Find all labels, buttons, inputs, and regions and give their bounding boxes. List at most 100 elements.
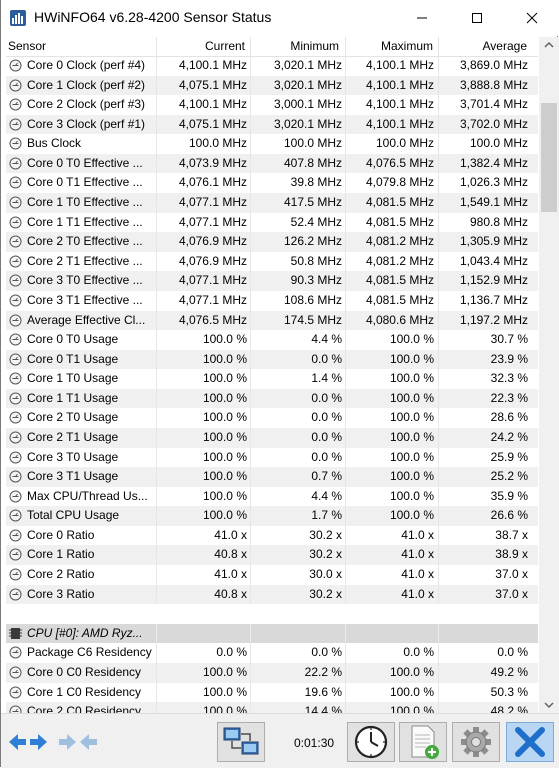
table-row[interactable]: Core 0 T1 Effective ... 4,076.1 MHz 39.8 M… xyxy=(6,173,538,194)
table-row[interactable]: Average Effective Cl... 4,076.5 MHz 174.5 … xyxy=(6,310,538,331)
column-header-average[interactable]: Average xyxy=(439,37,527,56)
sensor-current-value: 40.8 x xyxy=(214,547,247,562)
column-divider xyxy=(438,232,439,252)
column-divider xyxy=(345,427,346,448)
sensor-name: Core 3 T0 Effective ... xyxy=(27,273,143,288)
sensor-average-value: 32.3 % xyxy=(490,371,528,386)
vertical-scrollbar[interactable] xyxy=(539,37,559,713)
sensor-name: Core 1 T0 Effective ... xyxy=(27,195,143,210)
sensor-gauge-icon xyxy=(9,568,22,581)
sensor-current-value: 4,077.1 MHz xyxy=(178,273,247,288)
scrollbar-thumb[interactable] xyxy=(541,103,557,212)
table-row[interactable]: Core 1 C0 Residency 100.0 % 19.6 % 100.0 % 5… xyxy=(6,682,538,703)
column-divider xyxy=(438,623,439,644)
table-row[interactable]: Core 2 T0 Effective ... 4,076.9 MHz 126.2 … xyxy=(6,232,538,252)
table-row[interactable]: Core 1 T1 Effective ... 4,077.1 MHz 52.4 M… xyxy=(6,212,538,233)
table-row[interactable]: Core 1 Ratio 40.8 x 30.2 x 41.0 x 38.9 x xyxy=(6,545,538,566)
close-window-button[interactable] xyxy=(509,0,555,36)
sensor-gauge-icon xyxy=(9,79,22,92)
sensor-gauge-icon xyxy=(9,548,22,561)
table-row[interactable]: Core 0 T0 Effective ... 4,073.9 MHz 407.8 … xyxy=(6,153,538,174)
title-bar[interactable]: HWiNFO64 v6.28-4200 Sensor Status xyxy=(1,0,559,36)
collapse-button[interactable] xyxy=(55,722,101,762)
sensor-name: Bus Clock xyxy=(27,136,82,151)
table-row[interactable]: Bus Clock 100.0 MHz 100.0 MHz 100.0 MHz 100.… xyxy=(6,134,538,154)
column-header-sensor[interactable]: Sensor xyxy=(8,37,46,56)
table-row[interactable]: Core 3 T0 Effective ... 4,077.1 MHz 90.3 M… xyxy=(6,271,538,291)
table-row[interactable]: Core 1 T0 Effective ... 4,077.1 MHz 417.5 … xyxy=(6,193,538,213)
column-divider xyxy=(250,486,251,507)
sensor-gauge-icon xyxy=(9,431,22,444)
table-row[interactable]: Package C6 Residency 0.0 % 0.0 % 0.0 % 0.0 % xyxy=(6,643,538,663)
column-divider xyxy=(250,623,251,644)
column-header-minimum[interactable]: Minimum xyxy=(251,37,339,56)
sensor-current-value: 0.0 % xyxy=(216,645,247,660)
sensor-current-value: 4,076.5 MHz xyxy=(178,312,247,327)
sensor-minimum-value: 1.4 % xyxy=(311,371,342,386)
scroll-down-button[interactable] xyxy=(539,696,559,713)
table-row[interactable]: Core 0 Ratio 41.0 x 30.2 x 41.0 x 38.7 x xyxy=(6,525,538,546)
table-row[interactable]: Total CPU Usage 100.0 % 1.7 % 100.0 % 26.6 % xyxy=(6,506,538,526)
sensor-average-value: 49.2 % xyxy=(490,664,528,679)
table-row[interactable]: Core 2 T1 Effective ... 4,076.9 MHz 50.8 M… xyxy=(6,251,538,272)
minimize-button[interactable] xyxy=(399,0,445,36)
scroll-up-button[interactable] xyxy=(539,37,559,54)
table-row[interactable]: Core 1 T1 Usage 100.0 % 0.0 % 100.0 % 22.3 % xyxy=(6,388,538,409)
table-row[interactable]: Core 2 Ratio 41.0 x 30.0 x 41.0 x 37.0 x xyxy=(6,565,538,585)
column-divider xyxy=(156,702,157,713)
table-row[interactable]: Core 1 T0 Usage 100.0 % 1.4 % 100.0 % 32.3 % xyxy=(6,369,538,389)
table-row[interactable]: Core 2 T1 Usage 100.0 % 0.0 % 100.0 % 24.2 % xyxy=(6,427,538,448)
network-sensors-button[interactable] xyxy=(217,722,265,762)
settings-gear-icon xyxy=(461,727,491,757)
column-divider xyxy=(345,702,346,713)
table-row[interactable]: Core 2 C0 Residency 100.0 % 14.4 % 100.0 % 4… xyxy=(6,702,538,713)
sensor-gauge-icon xyxy=(9,196,22,209)
sensor-name: Core 0 T1 Effective ... xyxy=(27,175,143,190)
sensor-maximum-value: 100.0 % xyxy=(389,429,434,444)
column-divider xyxy=(250,369,251,389)
column-header-current[interactable]: Current xyxy=(156,37,245,56)
table-row[interactable]: Core 0 Clock (perf #4) 4,100.1 MHz 3,020.1… xyxy=(6,56,538,76)
sensor-group-row[interactable]: CPU [#0]: AMD Ryz... xyxy=(6,623,538,644)
table-row[interactable]: Core 0 T0 Usage 100.0 % 4.4 % 100.0 % 30.7 % xyxy=(6,330,538,350)
table-row[interactable]: Core 3 T1 Effective ... 4,077.1 MHz 108.6 … xyxy=(6,290,538,311)
sensor-name: Core 1 T0 Usage xyxy=(27,371,119,386)
expand-collapse-button[interactable] xyxy=(5,722,51,762)
sensor-gauge-icon xyxy=(9,235,22,248)
sensor-minimum-value: 0.0 % xyxy=(311,410,342,425)
column-divider xyxy=(345,682,346,703)
table-row[interactable]: Core 1 Clock (perf #2) 4,075.1 MHz 3,020.1… xyxy=(6,75,538,96)
table-row[interactable]: Core 3 T0 Usage 100.0 % 0.0 % 100.0 % 25.9 % xyxy=(6,447,538,468)
table-row[interactable]: Core 2 T0 Usage 100.0 % 0.0 % 100.0 % 28.6 % xyxy=(6,408,538,428)
column-divider xyxy=(438,427,439,448)
table-row[interactable]: Core 0 T1 Usage 100.0 % 0.0 % 100.0 % 23.9 % xyxy=(6,349,538,370)
sensor-name: Average Effective Cl... xyxy=(27,312,146,327)
sensor-current-value: 100.0 % xyxy=(202,371,247,386)
sensor-current-value: 100.0 % xyxy=(202,684,247,699)
maximize-button[interactable] xyxy=(454,0,500,36)
table-row[interactable]: Core 3 Clock (perf #1) 4,075.1 MHz 3,020.1… xyxy=(6,114,538,135)
logging-report-button[interactable] xyxy=(399,722,447,762)
reset-timer-button[interactable] xyxy=(347,722,395,762)
column-header-maximum[interactable]: Maximum xyxy=(346,37,433,56)
sensor-name: Core 1 T1 Effective ... xyxy=(27,214,143,229)
sensor-average-value: 37.0 x xyxy=(495,586,528,601)
close-sensors-button[interactable] xyxy=(506,722,554,762)
column-divider xyxy=(250,643,251,663)
table-row[interactable]: Core 3 T1 Usage 100.0 % 0.7 % 100.0 % 25.2 % xyxy=(6,467,538,487)
sensor-table[interactable]: Sensor Current Minimum Maximum Average C… xyxy=(6,37,538,713)
table-row[interactable]: Core 3 Ratio 40.8 x 30.2 x 41.0 x 37.0 x xyxy=(6,584,538,605)
table-row[interactable]: Max CPU/Thread Us... 100.0 % 4.4 % 100.0 % 3… xyxy=(6,486,538,507)
column-divider xyxy=(156,75,157,96)
table-row[interactable]: Core 0 C0 Residency 100.0 % 22.2 % 100.0 % 4… xyxy=(6,662,538,683)
column-divider xyxy=(156,95,157,115)
sensor-minimum-value: 100.0 MHz xyxy=(283,136,342,151)
blank-row[interactable] xyxy=(6,604,538,624)
settings-button[interactable] xyxy=(452,722,500,762)
column-divider xyxy=(345,290,346,311)
column-divider xyxy=(156,153,157,174)
column-divider xyxy=(345,545,346,566)
column-divider xyxy=(438,506,439,526)
sensor-gauge-icon xyxy=(9,255,22,268)
table-row[interactable]: Core 2 Clock (perf #3) 4,100.1 MHz 3,000.1… xyxy=(6,95,538,115)
